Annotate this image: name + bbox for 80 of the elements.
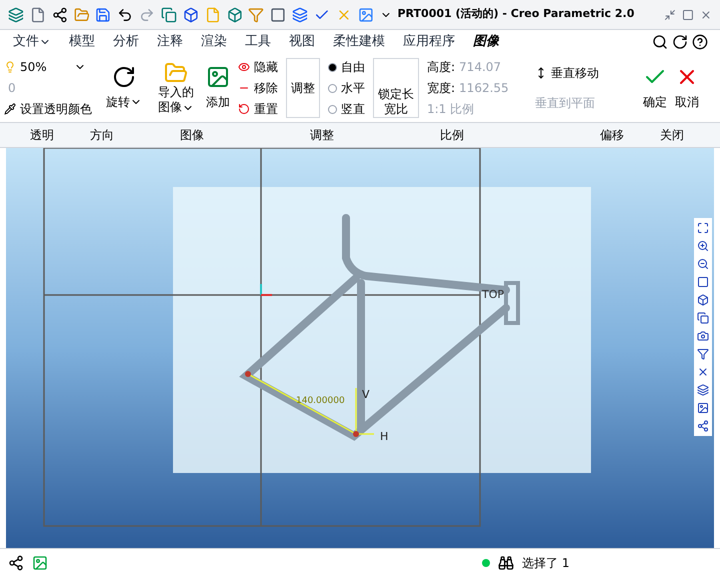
picture-icon [206,65,230,89]
group-label: 方向 [90,127,115,144]
eyedropper-icon [4,103,16,115]
view-tool-icon[interactable] [697,366,709,378]
constraint-radio[interactable]: 水平 [328,79,365,97]
group-label: 调整 [310,127,335,144]
set-transparent-color-button[interactable]: 设置透明颜色 [4,100,94,118]
view-tool-icon[interactable] [697,240,709,252]
group-label: 偏移 [600,127,625,144]
menu-tab[interactable]: 注释 [148,30,192,54]
part-icon[interactable] [226,6,242,22]
eye-icon [238,61,250,73]
ok-button[interactable]: 确定 [643,54,667,122]
menu-tab[interactable]: 柔性建模 [324,30,394,54]
import-image-button[interactable]: 导入的 图像 [154,54,198,122]
reset-icon [238,103,250,115]
constraint-radio[interactable]: 竖直 [328,100,365,118]
menu-tab[interactable]: 视图 [280,30,324,54]
picture-icon[interactable] [358,6,374,22]
status-indicator-icon [482,558,490,566]
view-tool-icon[interactable] [697,402,709,414]
sketch-point [353,431,359,437]
view-tool-icon[interactable] [697,330,709,342]
view-tool-icon[interactable] [697,258,709,270]
new-file-icon[interactable] [30,6,46,22]
coordinate-axes-icon [260,284,272,296]
group-label: 图像 [180,127,205,144]
window-title: PRT0001 (活动的) - Creo Parametric 2.0 [398,6,634,22]
vertical-constraint-label: V [362,388,370,401]
layers-icon[interactable] [292,6,308,22]
rotate-button[interactable]: 旋转 [102,54,146,122]
group-label: 比例 [440,127,465,144]
image-action-button[interactable]: 重置 [238,100,278,118]
search-icon[interactable] [652,34,668,50]
horizontal-constraint-label: H [380,430,388,443]
view-tool-icon[interactable] [697,294,709,306]
lock-ratio-button[interactable]: 锁定长 宽比 [373,58,419,118]
find-icon[interactable] [498,554,514,570]
frame-icon[interactable] [270,6,286,22]
view-tool-icon[interactable] [697,348,709,360]
menu-tab[interactable]: 模型 [60,30,104,54]
app-icon[interactable] [8,6,24,22]
filter-icon[interactable] [248,6,264,22]
image-action-button[interactable]: 隐藏 [238,58,278,76]
group-label: 关闭 [660,127,685,144]
constraint-radio[interactable]: 自由 [328,58,365,76]
transparency-field[interactable]: 50% [20,58,70,76]
dimension-value: 140.00000 [296,396,345,406]
menu-tab[interactable]: 工具 [236,30,280,54]
menu-tab[interactable]: 渲染 [192,30,236,54]
dimension-label: 宽度: [427,80,456,97]
view-tool-icon[interactable] [697,420,709,432]
status-message: 选择了 1 [522,554,570,572]
open-folder-icon[interactable] [74,6,90,22]
help-icon[interactable] [692,34,708,50]
menu-tab[interactable]: 分析 [104,30,148,54]
cancel-button[interactable]: 取消 [675,54,699,122]
undo-icon[interactable] [117,6,134,22]
graphics-canvas[interactable]: TOP 140.00000 V H [6,148,714,548]
rotate-icon [112,65,136,89]
sketch-point [245,371,251,377]
menu-tab[interactable]: 应用程序 [394,30,464,54]
save-icon[interactable] [95,6,112,22]
view-tool-icon[interactable] [697,222,709,234]
view-tool-icon[interactable] [697,384,709,396]
image-action-button[interactable]: 移除 [238,79,278,97]
minimize-icon[interactable] [664,8,676,20]
adjust-button[interactable]: 调整 [286,58,320,118]
group-label: 透明 [30,127,55,144]
dimension-label: 高度: [427,59,456,76]
move-vertical-button[interactable]: 垂直移动 [535,64,635,82]
add-button[interactable]: 添加 [206,54,230,122]
menu-tab[interactable]: 文件 [4,30,60,54]
plane-label: TOP [482,288,504,301]
folder-icon [164,61,188,85]
close-icon[interactable] [700,8,712,20]
view-tool-icon[interactable] [697,276,709,288]
maximize-icon[interactable] [682,8,694,20]
bulb-icon [4,61,16,73]
view-tool-icon[interactable] [697,312,709,324]
